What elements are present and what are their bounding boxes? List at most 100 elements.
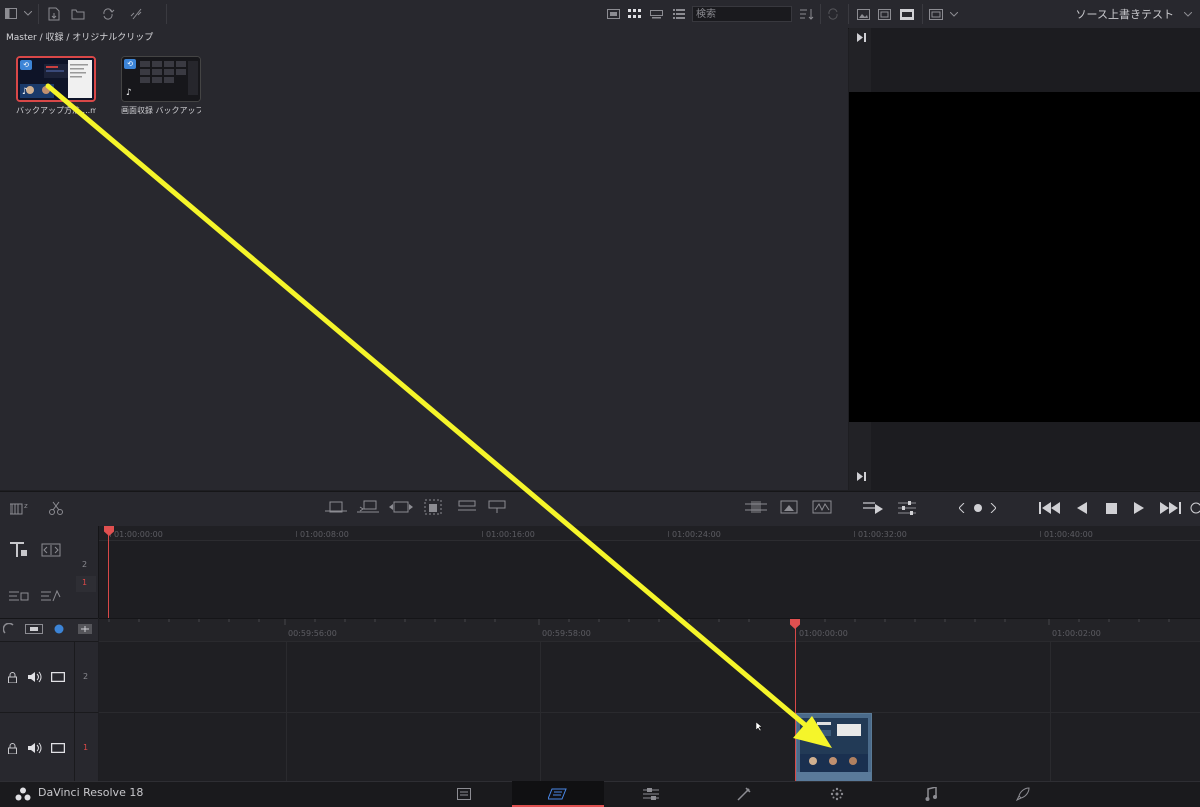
transition-icon[interactable]: [40, 540, 62, 560]
fairlight-page-icon[interactable]: [923, 786, 939, 802]
audio-enable-icon[interactable]: [26, 670, 42, 684]
relink-icon[interactable]: [100, 6, 116, 22]
track-number: 1: [83, 743, 89, 752]
breadcrumb[interactable]: Master / 収録 / オリジナルクリップ: [6, 30, 153, 43]
clip-thumbnail-image[interactable]: ⟲ ♪: [121, 56, 201, 102]
timecode-label: 01:00:00:00: [114, 530, 163, 539]
app-name: DaVinci Resolve 18: [38, 786, 144, 799]
timecode-label: 01:00:02:00: [1052, 629, 1101, 638]
position-lock-icon[interactable]: [52, 622, 66, 636]
insert-clip-icon[interactable]: [324, 498, 348, 516]
video-enable-icon[interactable]: [50, 670, 66, 684]
timecode-label: 01:00:32:00: [858, 530, 907, 539]
top-toolbar: 検索 ソース上書きテスト: [0, 0, 1200, 29]
smart-insert-icon[interactable]: z: [10, 499, 32, 517]
track-number: 2: [83, 672, 89, 681]
jog-dot-icon[interactable]: [972, 502, 984, 514]
previous-icon[interactable]: [956, 500, 968, 516]
media-page-icon[interactable]: [456, 786, 472, 802]
track-v1[interactable]: [99, 712, 1200, 782]
viewer-mode-icon[interactable]: [928, 7, 944, 21]
fusion-page-icon[interactable]: [735, 786, 753, 802]
thumbnail-view-icon[interactable]: [627, 8, 641, 20]
sliders-icon[interactable]: [896, 498, 918, 518]
overwrite-clip-icon[interactable]: [356, 498, 380, 516]
stop-icon[interactable]: [1103, 500, 1119, 516]
svg-text:z: z: [24, 502, 28, 510]
timecode-label: 01:00:00:00: [799, 629, 848, 638]
unlink-icon[interactable]: [128, 6, 144, 22]
audio-note-icon: ♪: [126, 88, 132, 98]
audio-note-icon: ♪: [22, 87, 28, 97]
timecode-label: 01:00:40:00: [1044, 530, 1093, 539]
deliver-page-icon[interactable]: [1015, 786, 1031, 802]
audio-enable-icon[interactable]: [26, 741, 42, 755]
clip-thumbnail-image[interactable]: ⟲ ♪: [16, 56, 96, 102]
track-header-v2[interactable]: 2: [0, 641, 98, 712]
clip-thumbnail[interactable]: ⟲ ♪ バックアップ方法....mp4: [16, 56, 96, 116]
viewer-title: ソース上書きテスト: [1075, 8, 1174, 21]
davinci-logo-icon: [14, 786, 32, 802]
skip-back-icon[interactable]: [1038, 500, 1062, 516]
fit-to-fill-icon[interactable]: [421, 496, 445, 518]
viewer-safe-area-icon[interactable]: [877, 7, 891, 21]
upper-track-2[interactable]: 2: [76, 556, 96, 576]
play-reverse-icon[interactable]: [1074, 500, 1090, 516]
timecode-label: 01:00:16:00: [486, 530, 535, 539]
audio-level-icon[interactable]: [40, 586, 62, 606]
lower-timeline-ruler[interactable]: [99, 618, 1200, 642]
track-height-icon[interactable]: [76, 622, 94, 636]
go-to-start-icon[interactable]: [855, 31, 867, 43]
list-view-icon[interactable]: [672, 8, 686, 20]
filmstrip-view-icon[interactable]: [649, 8, 663, 20]
cut-page-icon[interactable]: [548, 786, 568, 802]
ripple-overwrite-icon[interactable]: [744, 498, 768, 516]
track-v2[interactable]: [99, 641, 1200, 712]
search-input[interactable]: 検索: [692, 6, 792, 22]
sort-icon[interactable]: [798, 7, 816, 21]
loop-icon[interactable]: [1190, 500, 1200, 516]
lock-icon[interactable]: [6, 741, 18, 755]
mouse-cursor-icon: [755, 721, 763, 731]
upper-track-1[interactable]: 1: [76, 576, 96, 592]
upper-playhead[interactable]: [108, 530, 109, 618]
play-icon[interactable]: [1131, 500, 1147, 516]
source-overwrite-icon[interactable]: [810, 498, 834, 516]
upper-timeline-ruler[interactable]: [99, 526, 1200, 541]
new-bin-icon[interactable]: [70, 6, 86, 22]
panel-toggle-icon[interactable]: [4, 6, 18, 20]
chevron-down-icon[interactable]: [22, 6, 34, 20]
track-header-v1[interactable]: 1: [0, 712, 98, 782]
append-at-end-icon[interactable]: [487, 498, 509, 516]
lock-icon[interactable]: [6, 670, 18, 684]
lower-playhead[interactable]: [795, 624, 796, 782]
snapping-icon[interactable]: [2, 622, 16, 636]
viewer-filmstrip-icon[interactable]: [899, 7, 915, 21]
scissors-icon[interactable]: [46, 499, 66, 517]
list-view-small-icon[interactable]: [606, 8, 620, 20]
title-lock-icon[interactable]: [8, 540, 30, 560]
video-enable-icon[interactable]: [50, 741, 66, 755]
replace-clip-icon[interactable]: [388, 498, 414, 516]
viewer-title-chevron-icon[interactable]: [1182, 8, 1194, 20]
refresh-icon[interactable]: [826, 7, 840, 21]
clip-thumbnail[interactable]: ⟲ ♪ 画面収録 バックアップ...: [121, 56, 201, 116]
audio-tracks-icon[interactable]: [8, 586, 30, 606]
place-on-top-icon[interactable]: [456, 498, 478, 516]
viewer-image[interactable]: [849, 92, 1200, 422]
edit-page-icon[interactable]: [642, 786, 660, 802]
go-to-end-icon[interactable]: [855, 470, 867, 482]
viewer-image-icon[interactable]: [856, 7, 870, 21]
color-page-icon[interactable]: [829, 786, 845, 802]
timeline-playback-icon[interactable]: [862, 498, 886, 518]
next-icon[interactable]: [987, 500, 999, 516]
import-media-icon[interactable]: [46, 6, 62, 22]
clip-name: バックアップ方法....mp4: [16, 106, 96, 115]
timeline-clip[interactable]: [796, 713, 872, 782]
viewer-mode-chevron-icon[interactable]: [948, 8, 960, 20]
proxy-badge-icon: ⟲: [124, 59, 136, 69]
skip-forward-icon[interactable]: [1158, 500, 1182, 516]
linked-selection-icon[interactable]: [24, 622, 44, 636]
clip-name: 画面収録 バックアップ...: [121, 106, 201, 115]
close-up-icon[interactable]: [777, 498, 801, 516]
